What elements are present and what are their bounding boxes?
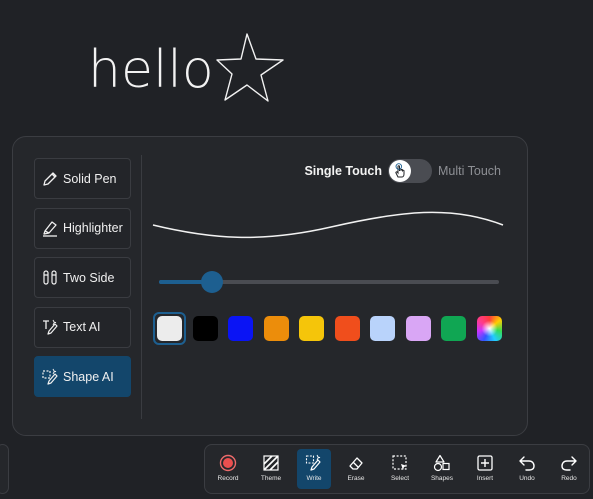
multi-touch-label: Multi Touch: [438, 164, 501, 178]
color-swatch[interactable]: [473, 312, 506, 345]
theme-icon: [263, 455, 279, 471]
single-touch-label: Single Touch: [304, 164, 382, 178]
color-swatch[interactable]: [402, 312, 435, 345]
insert-button[interactable]: Insert: [468, 449, 502, 489]
toolbar-label: Select: [390, 475, 410, 482]
color-swatch[interactable]: [224, 312, 257, 345]
touch-toggle-knob[interactable]: [389, 160, 411, 182]
color-swatch[interactable]: [189, 312, 222, 345]
color-swatch[interactable]: [260, 312, 293, 345]
tool-label: Two Side: [63, 270, 115, 285]
color-swatch-fill: [263, 316, 289, 341]
color-swatch[interactable]: [437, 312, 470, 345]
color-swatch-fill: [228, 316, 253, 341]
hand-touch-icon: [395, 163, 405, 178]
shape-ai-icon: [41, 368, 59, 386]
color-swatch[interactable]: [153, 312, 186, 345]
color-swatch-fill: [405, 316, 431, 341]
select-icon: [392, 455, 407, 470]
tool-label: Text AI: [63, 320, 101, 334]
toolbar-label: Shapes: [430, 475, 454, 482]
shapes-button[interactable]: Shapes: [425, 449, 459, 489]
erase-button[interactable]: Erase: [339, 449, 373, 489]
toolbar-label: Write: [306, 475, 322, 482]
redo-icon: [561, 456, 577, 471]
stroke-preview: [152, 211, 504, 239]
pen-icon: [41, 170, 59, 188]
color-swatch[interactable]: [331, 312, 364, 345]
toolbar-label: Insert: [476, 475, 494, 482]
panel-divider: [141, 155, 142, 419]
two-side-button[interactable]: Two Side: [34, 257, 131, 298]
color-swatch-fill: [192, 316, 218, 341]
color-swatch[interactable]: [295, 312, 328, 345]
tool-label: Highlighter: [63, 221, 123, 235]
undo-icon: [519, 456, 535, 471]
text-ai-icon: [41, 318, 59, 336]
write-button[interactable]: Write: [297, 449, 331, 489]
select-button[interactable]: Select: [383, 449, 417, 489]
record-button[interactable]: Record: [211, 449, 245, 489]
two-side-pen-icon: [41, 269, 59, 287]
eraser-icon: [349, 457, 363, 470]
highlighter-button[interactable]: Highlighter: [34, 207, 131, 249]
touch-mode-toggle-row: Single Touch Multi Touch: [304, 159, 501, 183]
toolbar-label: Undo: [519, 475, 535, 482]
toolbar-label: Theme: [260, 475, 282, 482]
main-toolbar: Record Theme Write Erase Select Shapes I…: [204, 444, 590, 494]
tool-label: Solid Pen: [63, 171, 117, 186]
record-icon: [219, 454, 237, 472]
color-swatch-fill: [476, 316, 502, 341]
toolbar-label: Record: [217, 475, 239, 482]
color-swatch-fill: [157, 316, 182, 341]
left-toolbar-fragment: [0, 444, 9, 494]
undo-button[interactable]: Undo: [510, 449, 544, 489]
tool-label: Shape AI: [63, 369, 114, 384]
pen-settings-panel: Solid Pen Highlighter Two Side Text AI S…: [12, 136, 528, 436]
highlighter-icon: [41, 219, 59, 237]
color-swatch[interactable]: [366, 312, 399, 345]
canvas-star-shape: [216, 33, 284, 102]
write-icon: [305, 454, 321, 471]
shapes-icon: [433, 454, 450, 472]
color-swatch-fill: [334, 316, 360, 341]
solid-pen-button[interactable]: Solid Pen: [34, 158, 131, 199]
color-palette: [153, 312, 508, 345]
color-swatch-fill: [441, 316, 466, 341]
text-ai-button[interactable]: Text AI: [34, 306, 131, 348]
toolbar-label: Redo: [561, 475, 577, 482]
touch-mode-toggle[interactable]: [388, 159, 432, 183]
theme-button[interactable]: Theme: [254, 449, 288, 489]
slider-thumb[interactable]: [200, 271, 223, 293]
toolbar-label: Erase: [347, 475, 365, 482]
redo-button[interactable]: Redo: [552, 449, 586, 489]
insert-icon: [477, 455, 493, 471]
color-swatch-fill: [299, 316, 324, 341]
shape-ai-button[interactable]: Shape AI: [34, 356, 131, 397]
thickness-slider[interactable]: [159, 271, 499, 293]
color-swatch-fill: [370, 316, 395, 341]
canvas-handwritten-text: hello: [88, 40, 214, 100]
pen-type-list: Solid Pen Highlighter Two Side Text AI S…: [34, 158, 131, 406]
